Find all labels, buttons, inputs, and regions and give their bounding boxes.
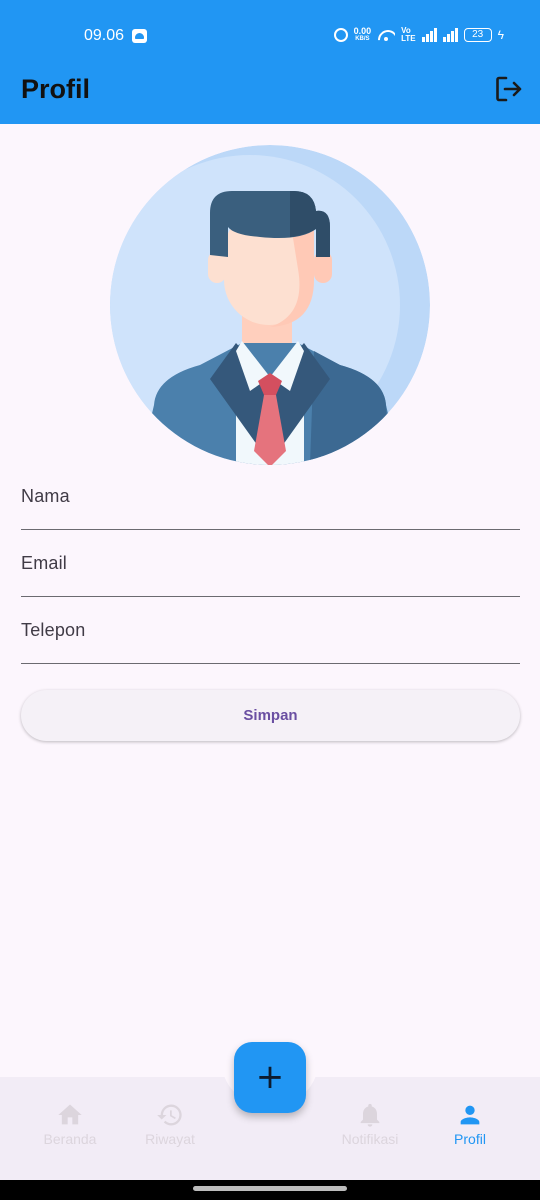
- nav-item-notifikasi[interactable]: Notifikasi: [320, 1101, 420, 1147]
- logout-button[interactable]: [494, 74, 524, 104]
- save-button[interactable]: Simpan: [21, 690, 520, 741]
- status-time: 09.06: [84, 27, 125, 44]
- app-bar: Profil: [0, 60, 540, 124]
- email-input[interactable]: [21, 553, 520, 596]
- logout-icon: [496, 76, 522, 102]
- phone-input[interactable]: [21, 620, 520, 663]
- nav-label-riwayat: Riwayat: [145, 1131, 195, 1147]
- phone-field[interactable]: Telepon: [21, 620, 520, 664]
- network-speed: 0.00 KB/S: [354, 27, 372, 43]
- network-speed-value: 0.00: [353, 26, 372, 36]
- battery-icon: 23: [463, 28, 492, 42]
- page-title: Profil: [21, 74, 91, 104]
- nav-item-profil[interactable]: Profil: [420, 1101, 520, 1147]
- wifi-icon: [377, 28, 395, 42]
- add-button[interactable]: +: [234, 1042, 306, 1113]
- notification-app-icon: [132, 29, 147, 43]
- nav-label-profil: Profil: [454, 1131, 486, 1147]
- email-field[interactable]: Email: [21, 553, 520, 597]
- home-icon: [58, 1104, 82, 1125]
- name-input[interactable]: [21, 486, 520, 529]
- name-field[interactable]: Nama: [21, 486, 520, 530]
- nav-item-riwayat[interactable]: Riwayat: [120, 1101, 220, 1147]
- volte-indicator: Vo LTE: [401, 27, 416, 43]
- nav-item-beranda[interactable]: Beranda: [20, 1101, 120, 1147]
- bell-icon: [360, 1103, 380, 1127]
- avatar: [110, 145, 430, 465]
- add-icon: +: [255, 1057, 285, 1097]
- alarm-icon: [333, 28, 348, 42]
- charging-icon: ϟ: [497, 28, 504, 42]
- status-indicators: 0.00 KB/S Vo LTE 23 ϟ: [333, 24, 504, 46]
- nav-label-beranda: Beranda: [43, 1131, 97, 1147]
- signal-icon: [442, 28, 458, 42]
- history-icon: [157, 1104, 182, 1126]
- home-indicator[interactable]: [193, 1186, 347, 1191]
- nav-label-notifikasi: Notifikasi: [341, 1131, 399, 1147]
- signal-icon: [421, 28, 437, 42]
- person-icon: [460, 1105, 480, 1125]
- status-bar: 09.06 0.00 KB/S Vo LTE 23 ϟ: [0, 0, 540, 60]
- network-speed-unit: KB/S: [355, 36, 370, 42]
- volte-bottom: LTE: [401, 34, 416, 43]
